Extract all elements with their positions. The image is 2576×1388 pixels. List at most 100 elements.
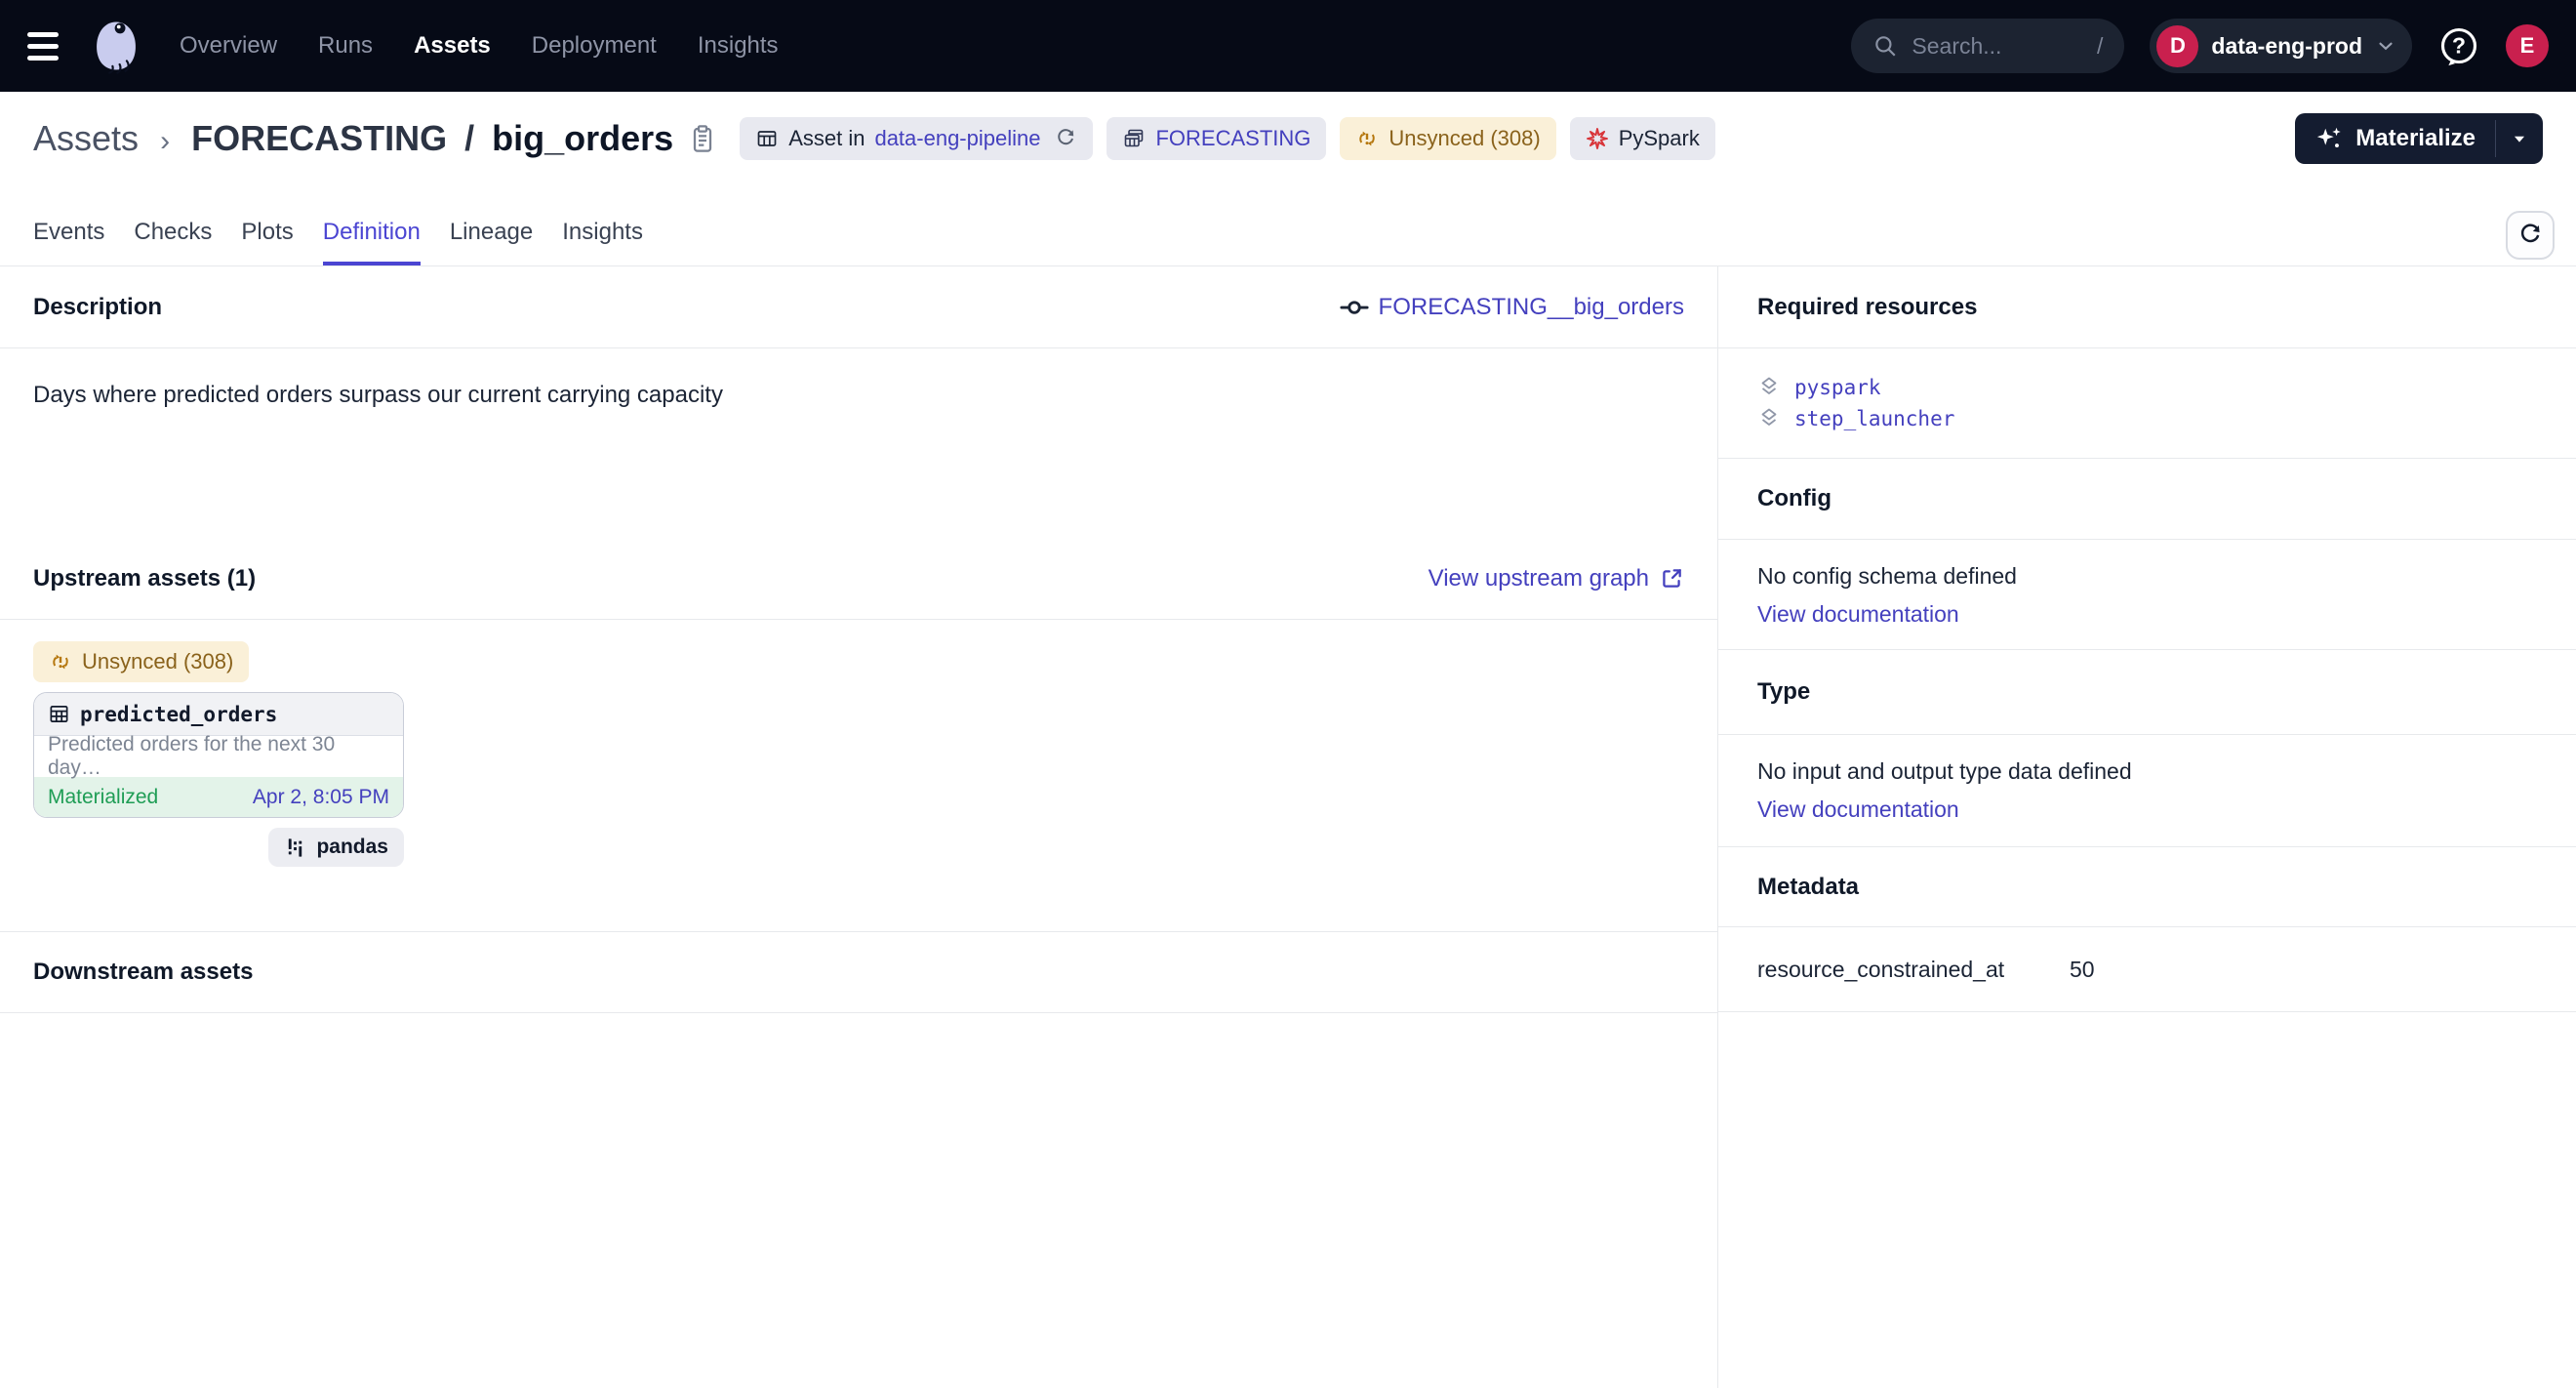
help-icon[interactable]: ? <box>2437 24 2480 67</box>
asset-tabs: Events Checks Plots Definition Lineage I… <box>0 185 2576 266</box>
spark-icon <box>1586 127 1609 150</box>
view-upstream-graph-label[interactable]: View upstream graph <box>1429 565 1649 592</box>
required-resources-body: pyspark step_launcher <box>1718 348 2576 459</box>
top-nav: Overview Runs Assets Deployment Insights… <box>0 0 2576 92</box>
required-resources-title: Required resources <box>1757 294 1977 321</box>
user-avatar[interactable]: E <box>2506 24 2549 67</box>
pandas-compute-tag[interactable]: pandas <box>268 828 404 867</box>
search-icon <box>1872 33 1898 59</box>
tag-asset-group[interactable]: FORECASTING <box>1107 117 1326 160</box>
resource-row: step_launcher <box>1757 403 2537 434</box>
pandas-icon <box>284 837 306 859</box>
description-text: Days where predicted orders surpass our … <box>33 382 723 408</box>
resource-link-pyspark[interactable]: pyspark <box>1794 376 1881 399</box>
downstream-title: Downstream assets <box>33 959 253 986</box>
deployment-badge: D <box>2156 25 2198 67</box>
breadcrumb-separator: › <box>160 125 170 157</box>
tag-sync-status-label: Unsynced (308) <box>1389 126 1540 151</box>
breadcrumb: Assets › FORECASTING / big_orders <box>33 118 673 159</box>
view-upstream-graph-link[interactable]: View upstream graph <box>1429 565 1684 592</box>
config-title: Config <box>1757 485 1831 512</box>
tab-definition[interactable]: Definition <box>323 219 421 265</box>
job-icon <box>1340 293 1369 322</box>
upstream-asset-card[interactable]: predicted_orders Predicted orders for th… <box>33 692 404 818</box>
config-header: Config <box>1718 459 2576 540</box>
type-body: No input and output type data defined Vi… <box>1718 735 2576 847</box>
refresh-pipeline-icon[interactable] <box>1054 127 1077 150</box>
type-title: Type <box>1757 678 1810 706</box>
materialize-button-label: Materialize <box>2355 125 2475 152</box>
nav-deployment[interactable]: Deployment <box>532 32 657 60</box>
nav-runs[interactable]: Runs <box>318 32 373 60</box>
required-resources-header: Required resources <box>1718 266 2576 348</box>
nav-insights[interactable]: Insights <box>698 32 779 60</box>
table-icon <box>755 127 779 150</box>
chevron-down-icon <box>2375 35 2396 57</box>
asset-header-row: Assets › FORECASTING / big_orders Asset … <box>0 92 2576 185</box>
asset-tags: Asset in data-eng-pipeline FORECASTING <box>740 117 1715 160</box>
search-box[interactable]: / <box>1851 19 2124 73</box>
upstream-body: Unsynced (308) predicted_orders Predicte… <box>0 620 1717 931</box>
tag-asset-in-job: Asset in data-eng-pipeline <box>740 117 1093 160</box>
job-link-label[interactable]: FORECASTING__big_orders <box>1379 294 1684 321</box>
nav-overview[interactable]: Overview <box>180 32 277 60</box>
nav-assets[interactable]: Assets <box>414 32 491 60</box>
materialize-dropdown-button[interactable] <box>2496 113 2543 164</box>
config-empty-text: No config schema defined <box>1757 563 2537 590</box>
upstream-sync-status-tag[interactable]: Unsynced (308) <box>33 641 249 682</box>
dagster-logo-icon[interactable] <box>88 18 144 74</box>
asset-card-timestamp[interactable]: Apr 2, 8:05 PM <box>253 786 389 809</box>
deployment-name: data-eng-prod <box>2211 33 2362 60</box>
nav-right-cluster: / D data-eng-prod ? E <box>1851 19 2549 73</box>
type-view-documentation-link[interactable]: View documentation <box>1757 796 1959 823</box>
sparkles-icon <box>2314 124 2344 153</box>
pipeline-link[interactable]: data-eng-pipeline <box>874 126 1040 151</box>
content-area: Description FORECASTING__big_orders Days… <box>0 266 2576 1388</box>
primary-nav: Overview Runs Assets Deployment Insights <box>180 32 779 60</box>
table-icon <box>48 703 70 725</box>
resource-row: pyspark <box>1757 372 2537 403</box>
hamburger-menu-icon[interactable] <box>27 23 72 68</box>
resource-icon <box>1757 376 1781 399</box>
description-header: Description FORECASTING__big_orders <box>0 266 1717 348</box>
page-title-asset-name: big_orders <box>492 118 673 158</box>
description-body: Days where predicted orders surpass our … <box>0 348 1717 538</box>
downstream-empty-area <box>0 1013 1717 1388</box>
tag-asset-group-label[interactable]: FORECASTING <box>1155 126 1310 151</box>
asset-group-icon <box>1122 127 1146 150</box>
downstream-header: Downstream assets <box>0 931 1717 1013</box>
upstream-sync-status-label: Unsynced (308) <box>82 649 233 674</box>
materialize-button-group: Materialize <box>2295 113 2543 164</box>
asset-card-header: predicted_orders <box>34 693 403 736</box>
tag-compute-kind[interactable]: PySpark <box>1570 117 1715 160</box>
svg-text:?: ? <box>2452 33 2466 59</box>
tag-compute-kind-label: PySpark <box>1619 126 1700 151</box>
config-view-documentation-link[interactable]: View documentation <box>1757 601 1959 628</box>
asset-card-name[interactable]: predicted_orders <box>80 703 277 726</box>
breadcrumb-assets-link[interactable]: Assets <box>33 118 139 158</box>
copy-asset-key-icon[interactable] <box>687 123 718 154</box>
external-link-icon <box>1659 566 1684 592</box>
asset-card-tags-row: pandas <box>33 828 404 867</box>
upstream-header: Upstream assets (1) View upstream graph <box>0 538 1717 620</box>
tab-plots[interactable]: Plots <box>241 219 293 265</box>
metadata-header: Metadata <box>1718 847 2576 927</box>
breadcrumb-group[interactable]: FORECASTING <box>191 118 447 158</box>
asset-card-status: Materialized <box>48 786 158 809</box>
tab-lineage[interactable]: Lineage <box>450 219 533 265</box>
asset-card-description: Predicted orders for the next 30 day… <box>34 736 403 777</box>
resource-link-step-launcher[interactable]: step_launcher <box>1794 407 1954 430</box>
tab-events[interactable]: Events <box>33 219 104 265</box>
materialize-button[interactable]: Materialize <box>2295 113 2495 164</box>
tab-checks[interactable]: Checks <box>134 219 212 265</box>
search-input[interactable] <box>1912 33 2083 60</box>
refresh-icon <box>2516 222 2544 249</box>
job-link[interactable]: FORECASTING__big_orders <box>1340 293 1684 322</box>
tag-sync-status[interactable]: Unsynced (308) <box>1340 117 1555 160</box>
type-empty-text: No input and output type data defined <box>1757 758 2537 785</box>
deployment-switcher[interactable]: D data-eng-prod <box>2150 19 2412 73</box>
metadata-key: resource_constrained_at <box>1757 957 2070 983</box>
tab-insights[interactable]: Insights <box>562 219 643 265</box>
tag-asset-in-prefix: Asset in <box>788 126 865 151</box>
refresh-button[interactable] <box>2506 211 2555 260</box>
